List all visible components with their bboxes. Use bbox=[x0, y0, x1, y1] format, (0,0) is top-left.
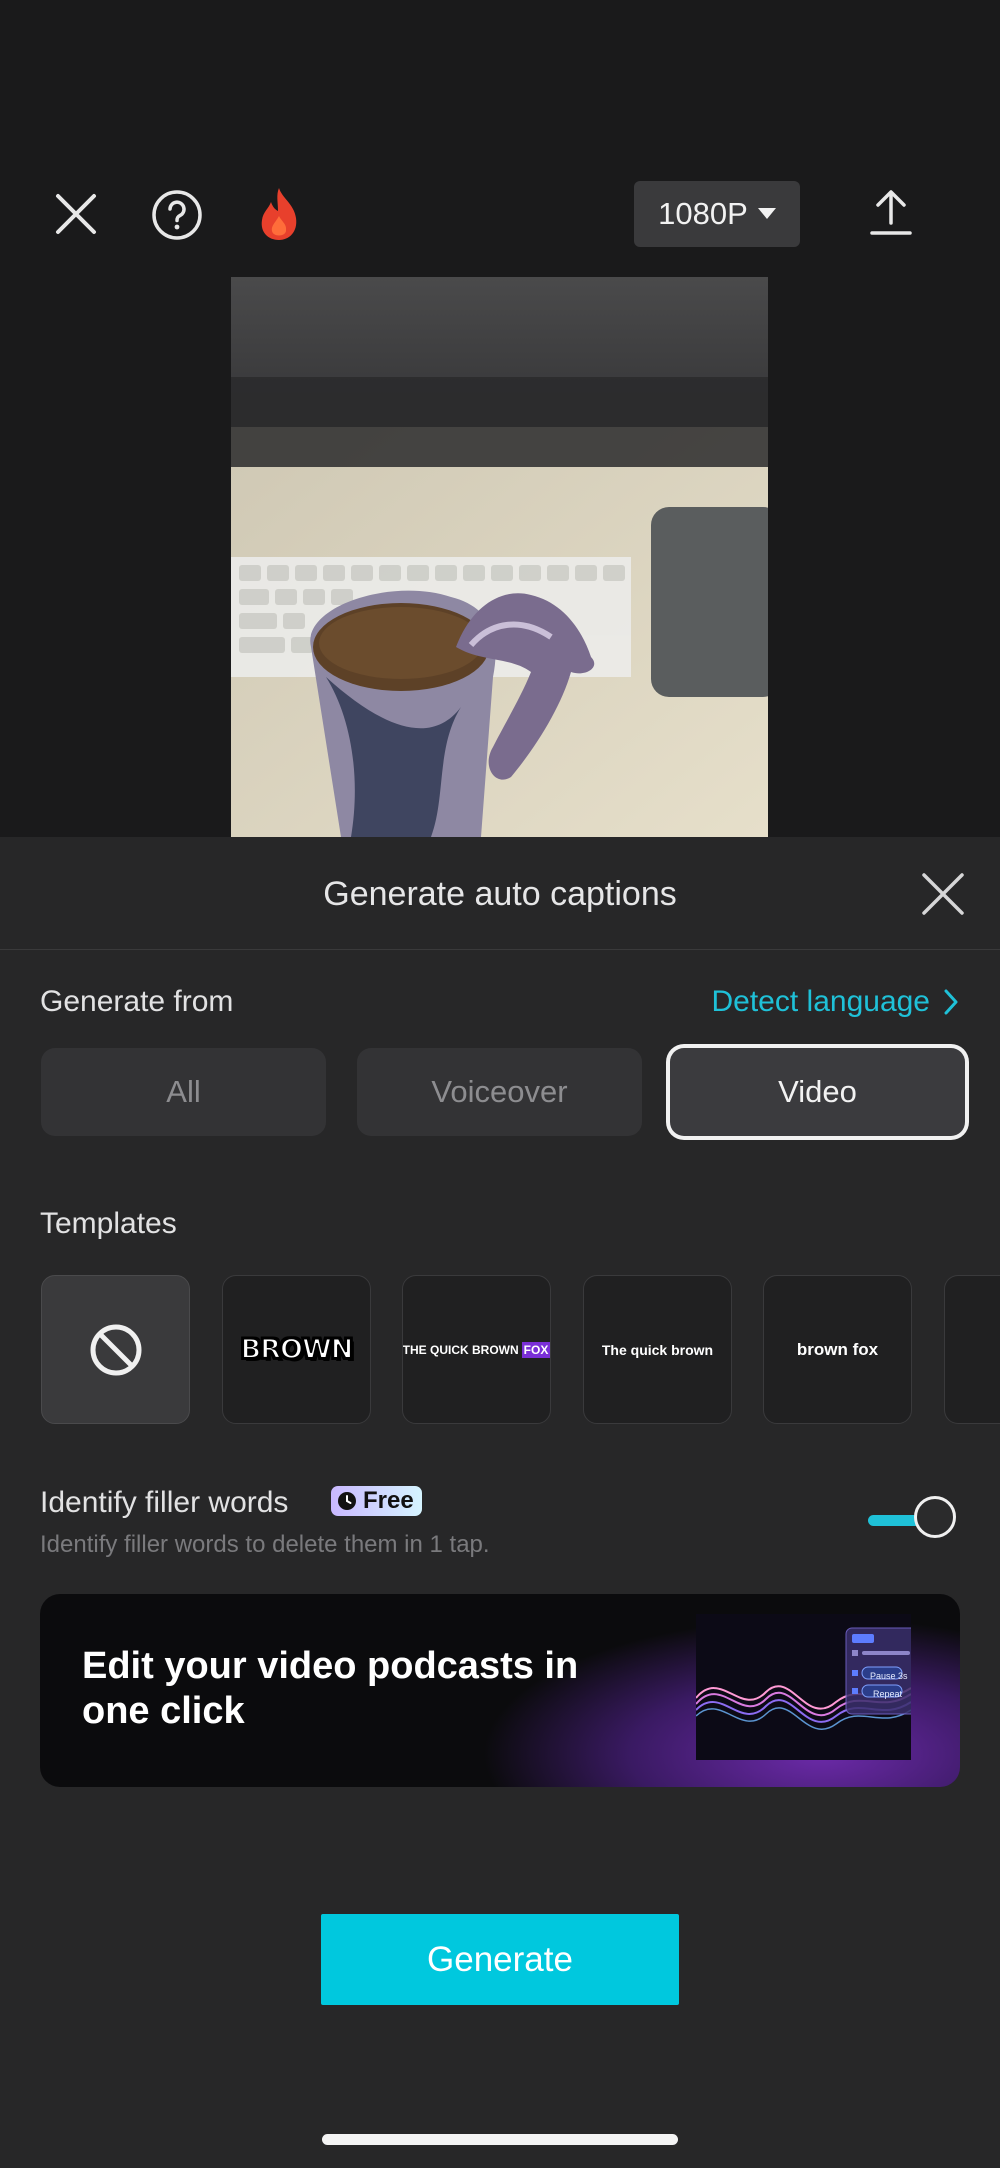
source-option-all[interactable]: All bbox=[41, 1048, 326, 1136]
home-indicator bbox=[322, 2134, 678, 2145]
filler-words-title: Identify filler words bbox=[40, 1486, 289, 1519]
caret-down-icon bbox=[757, 208, 776, 219]
clock-icon bbox=[338, 1492, 356, 1510]
source-option-voiceover[interactable]: Voiceover bbox=[357, 1048, 642, 1136]
close-button[interactable] bbox=[52, 190, 100, 238]
waveform-illustration bbox=[696, 1614, 911, 1760]
export-button[interactable] bbox=[866, 188, 916, 238]
help-button[interactable] bbox=[151, 189, 203, 241]
no-template-icon bbox=[90, 1324, 141, 1375]
template-quick-brown-lower-text: The quick brown bbox=[601, 1341, 714, 1358]
template-quick-brown-text: THE QUICK BROWN bbox=[402, 1342, 519, 1357]
video-frame bbox=[231, 277, 768, 837]
template-fox-text: FOX bbox=[521, 1341, 550, 1358]
template-quick-brown[interactable]: The quick brown bbox=[583, 1275, 732, 1424]
generate-button[interactable]: Generate bbox=[321, 1914, 679, 2005]
template-brown-fox-text: brown fox bbox=[796, 1339, 879, 1359]
template-brown-text: BROWN bbox=[240, 1333, 355, 1366]
close-sheet-button[interactable] bbox=[918, 869, 970, 921]
generate-from-label: Generate from bbox=[40, 985, 234, 1018]
banner-chip-repeat: Repeat bbox=[873, 1689, 903, 1699]
banner-headline: Edit your video podcasts in one click bbox=[82, 1645, 579, 1732]
banner-chip-pause: Pause 3s bbox=[870, 1671, 908, 1681]
auto-captions-sheet: Generate auto captions Generate from Det… bbox=[0, 837, 1000, 2168]
detect-language-link[interactable]: Detect language bbox=[712, 985, 959, 1019]
template-brown-fox[interactable]: brown fox bbox=[763, 1275, 912, 1424]
filler-words-description: Identify filler words to delete them in … bbox=[40, 1531, 490, 1558]
help-icon bbox=[152, 190, 202, 240]
resolution-selector[interactable]: 1080P bbox=[634, 181, 800, 247]
sheet-header: Generate auto captions bbox=[0, 837, 1000, 950]
template-partial[interactable] bbox=[944, 1275, 1000, 1424]
podcast-promo-banner[interactable]: Edit your video podcasts in one click Pa… bbox=[40, 1594, 960, 1787]
resolution-label: 1080P bbox=[658, 196, 748, 231]
free-badge-label: Free bbox=[363, 1487, 414, 1514]
flame-icon bbox=[261, 188, 297, 240]
source-option-video[interactable]: Video bbox=[670, 1048, 965, 1136]
free-badge: Free bbox=[331, 1486, 422, 1516]
detect-language-label: Detect language bbox=[711, 985, 931, 1018]
templates-label: Templates bbox=[40, 1207, 177, 1240]
toggle-knob bbox=[914, 1496, 956, 1538]
upload-icon bbox=[870, 190, 912, 235]
chevron-right-icon bbox=[944, 989, 958, 1015]
template-quick-brown-fox-group: THE QUICK BROWN FOX bbox=[402, 1341, 550, 1358]
template-none[interactable] bbox=[41, 1275, 190, 1424]
close-icon bbox=[56, 194, 96, 234]
video-preview[interactable] bbox=[231, 277, 768, 837]
sheet-title: Generate auto captions bbox=[323, 875, 677, 913]
template-brown-bold[interactable]: BROWN bbox=[222, 1275, 371, 1424]
close-icon bbox=[922, 873, 964, 915]
template-quick-brown-fox[interactable]: THE QUICK BROWN FOX bbox=[402, 1275, 551, 1424]
trending-button[interactable] bbox=[252, 186, 306, 242]
